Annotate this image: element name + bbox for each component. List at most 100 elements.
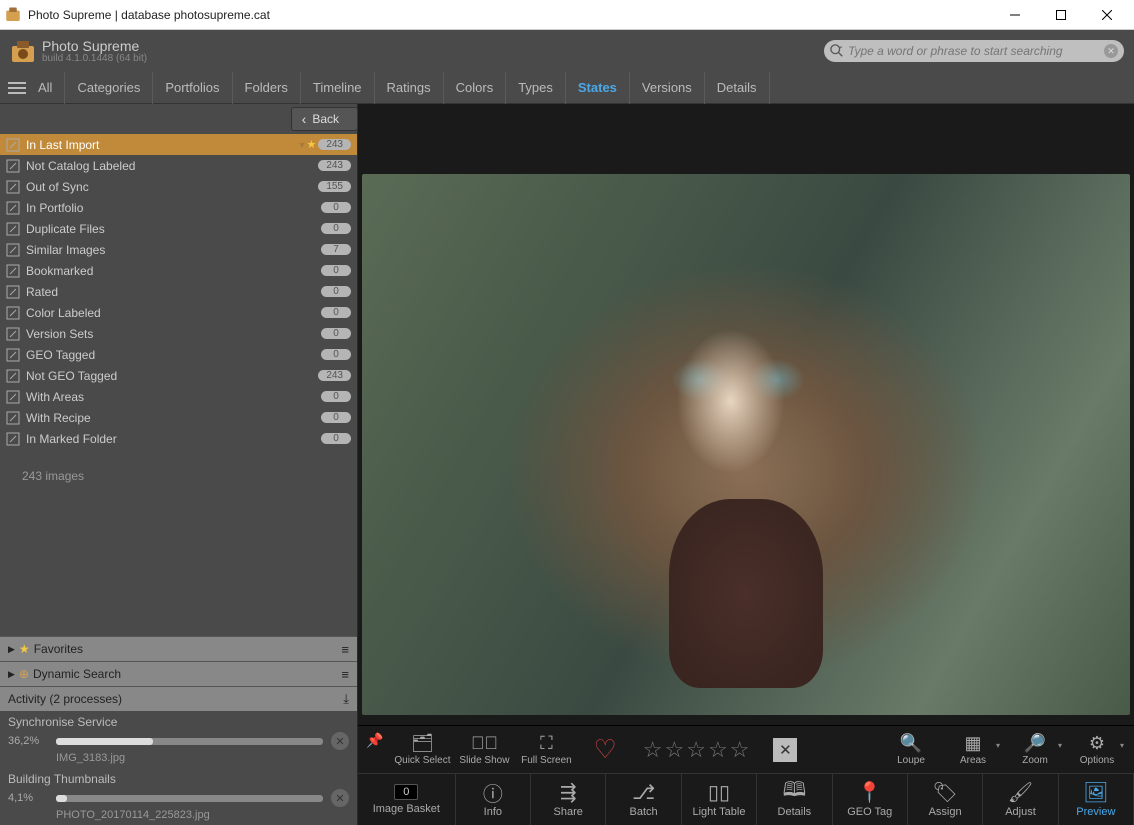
activity-item: Synchronise Service36,2%✕IMG_3183.jpg bbox=[0, 711, 357, 768]
quick-select-button[interactable]: 🗂Quick Select bbox=[393, 727, 451, 773]
tab-categories[interactable]: Categories bbox=[65, 72, 153, 104]
book-icon: 🕮 bbox=[783, 781, 807, 803]
expand-icon: ▶ bbox=[8, 669, 15, 680]
search-box[interactable]: ✕ bbox=[824, 40, 1124, 62]
image-count-summary: 243 images bbox=[0, 449, 357, 636]
share-icon: ⇶ bbox=[560, 781, 577, 803]
count-badge: 155 bbox=[318, 181, 351, 192]
close-button[interactable] bbox=[1084, 1, 1130, 29]
assign-button[interactable]: 🏷Assign bbox=[908, 774, 983, 825]
star-icon[interactable]: ☆ bbox=[730, 737, 750, 763]
tab-versions[interactable]: Versions bbox=[630, 72, 705, 104]
details-button[interactable]: 🕮Details bbox=[757, 774, 832, 825]
options-button[interactable]: ⚙Options▾ bbox=[1068, 727, 1126, 773]
image-basket-button[interactable]: 0Image Basket bbox=[358, 774, 456, 825]
tab-types[interactable]: Types bbox=[506, 72, 566, 104]
minimize-button[interactable] bbox=[992, 1, 1038, 29]
heart-icon[interactable]: ♡ bbox=[593, 734, 616, 765]
tab-portfolios[interactable]: Portfolios bbox=[153, 72, 232, 104]
areas-button[interactable]: ▦Areas▾ bbox=[944, 727, 1002, 773]
state-item[interactable]: Rated0 bbox=[0, 281, 357, 302]
state-item[interactable]: Not Catalog Labeled243 bbox=[0, 155, 357, 176]
play-icon: ▷⃝ bbox=[471, 733, 498, 753]
loupe-button[interactable]: 🔍Loupe bbox=[882, 727, 940, 773]
zoom-icon: 🔎 bbox=[1024, 733, 1046, 753]
panel-menu-icon[interactable]: ≡ bbox=[341, 642, 349, 657]
edit-icon bbox=[6, 306, 20, 320]
gear-icon: ⚙ bbox=[1089, 733, 1105, 753]
star-icon: ★ bbox=[19, 642, 30, 656]
star-icon[interactable]: ☆ bbox=[686, 737, 706, 763]
search-input[interactable] bbox=[848, 44, 1104, 58]
cancel-icon[interactable]: ✕ bbox=[331, 732, 349, 750]
activity-item: Building Thumbnails4,1%✕PHOTO_20170114_2… bbox=[0, 768, 357, 825]
pin-icon[interactable]: 📌 bbox=[366, 732, 383, 749]
sidebar: ‹ Back In Last Import▼★243Not Catalog La… bbox=[0, 104, 358, 825]
state-item[interactable]: GEO Tagged0 bbox=[0, 344, 357, 365]
chevron-down-icon: ▾ bbox=[1120, 741, 1124, 750]
star-icon[interactable]: ☆ bbox=[708, 737, 728, 763]
batch-button[interactable]: ⎇Batch bbox=[606, 774, 681, 825]
tab-colors[interactable]: Colors bbox=[444, 72, 507, 104]
geo-tag-button[interactable]: 📍GEO Tag bbox=[833, 774, 908, 825]
nav-tabs: AllCategoriesPortfoliosFoldersTimelineRa… bbox=[0, 72, 1134, 104]
viewer-toolbar-top: 📌 🗂Quick Select ▷⃝Slide Show ⛶Full Scree… bbox=[358, 725, 1134, 773]
star-icon[interactable]: ☆ bbox=[664, 737, 684, 763]
favorites-panel-header[interactable]: ▶ ★ Favorites ≡ bbox=[0, 636, 357, 661]
state-item[interactable]: Bookmarked0 bbox=[0, 260, 357, 281]
slideshow-button[interactable]: ▷⃝Slide Show bbox=[455, 727, 513, 773]
tab-all[interactable]: All bbox=[34, 72, 65, 104]
clear-search-icon[interactable]: ✕ bbox=[1104, 44, 1118, 58]
state-item[interactable]: Version Sets0 bbox=[0, 323, 357, 344]
state-item[interactable]: With Areas0 bbox=[0, 386, 357, 407]
tab-details[interactable]: Details bbox=[705, 72, 770, 104]
tab-folders[interactable]: Folders bbox=[233, 72, 301, 104]
maximize-button[interactable] bbox=[1038, 1, 1084, 29]
count-badge: 0 bbox=[321, 328, 351, 339]
rating-stars[interactable]: ☆☆☆☆☆ bbox=[643, 737, 750, 763]
state-item[interactable]: Duplicate Files0 bbox=[0, 218, 357, 239]
count-badge: 0 bbox=[321, 307, 351, 318]
collapse-icon[interactable]: ⤓ bbox=[343, 691, 349, 707]
panel-menu-icon[interactable]: ≡ bbox=[341, 667, 349, 682]
preview-icon: 🖼 bbox=[1083, 781, 1108, 803]
state-item[interactable]: In Last Import▼★243 bbox=[0, 134, 357, 155]
state-item[interactable]: In Marked Folder0 bbox=[0, 428, 357, 449]
app-header: Photo Supreme build 4.1.0.1448 (64 bit) … bbox=[0, 30, 1134, 72]
preview-image bbox=[362, 174, 1130, 715]
build-info: build 4.1.0.1448 (64 bit) bbox=[42, 53, 147, 64]
viewer-toolbar-bottom: 0Image Basket ⓘInfo ⇶Share ⎇Batch ▯▯Ligh… bbox=[358, 773, 1134, 825]
star-icon: ★ bbox=[306, 138, 316, 151]
edit-icon bbox=[6, 432, 20, 446]
tab-ratings[interactable]: Ratings bbox=[375, 72, 444, 104]
state-item[interactable]: Not GEO Tagged243 bbox=[0, 365, 357, 386]
count-badge: 0 bbox=[321, 286, 351, 297]
menu-icon[interactable] bbox=[8, 82, 26, 94]
back-button[interactable]: ‹ Back bbox=[291, 107, 358, 131]
info-button[interactable]: ⓘInfo bbox=[456, 774, 531, 825]
tab-states[interactable]: States bbox=[566, 72, 630, 104]
state-item[interactable]: Out of Sync155 bbox=[0, 176, 357, 197]
reject-button[interactable]: ✕ bbox=[773, 738, 797, 762]
image-area[interactable] bbox=[358, 104, 1134, 725]
activity-list: Synchronise Service36,2%✕IMG_3183.jpgBui… bbox=[0, 711, 357, 825]
state-item[interactable]: Color Labeled0 bbox=[0, 302, 357, 323]
cancel-icon[interactable]: ✕ bbox=[331, 789, 349, 807]
zoom-button[interactable]: 🔎Zoom▾ bbox=[1006, 727, 1064, 773]
dynamic-search-panel-header[interactable]: ▶ ⊕ Dynamic Search ≡ bbox=[0, 661, 357, 686]
preview-button[interactable]: 🖼Preview bbox=[1059, 774, 1134, 825]
share-button[interactable]: ⇶Share bbox=[531, 774, 606, 825]
star-icon[interactable]: ☆ bbox=[643, 737, 663, 763]
tab-timeline[interactable]: Timeline bbox=[301, 72, 375, 104]
image-viewer: 📌 🗂Quick Select ▷⃝Slide Show ⛶Full Scree… bbox=[358, 104, 1134, 825]
count-badge: 243 bbox=[318, 139, 351, 150]
activity-panel-header[interactable]: Activity (2 processes) ⤓ bbox=[0, 686, 357, 711]
chevron-left-icon: ‹ bbox=[302, 111, 307, 127]
state-item[interactable]: Similar Images7 bbox=[0, 239, 357, 260]
count-badge: 0 bbox=[321, 391, 351, 402]
state-item[interactable]: In Portfolio0 bbox=[0, 197, 357, 218]
fullscreen-button[interactable]: ⛶Full Screen bbox=[517, 727, 575, 773]
state-item[interactable]: With Recipe0 bbox=[0, 407, 357, 428]
light-table-button[interactable]: ▯▯Light Table bbox=[682, 774, 757, 825]
adjust-button[interactable]: 🖌Adjust bbox=[983, 774, 1058, 825]
